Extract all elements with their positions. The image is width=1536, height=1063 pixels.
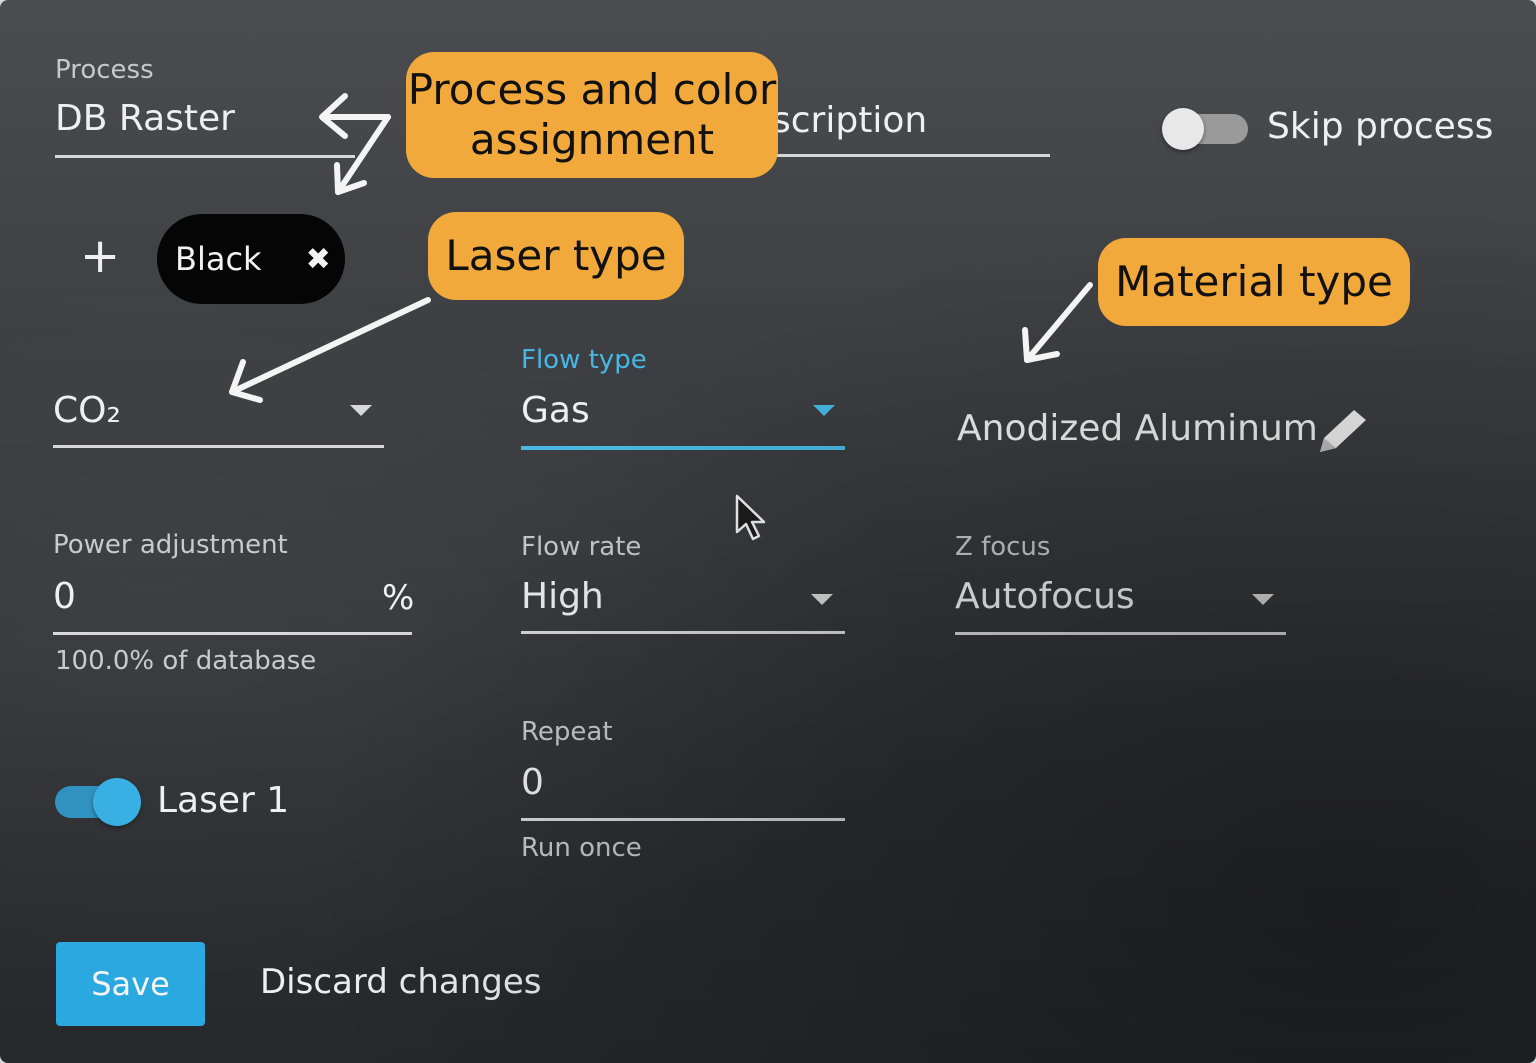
callout-process-color: Process and color assignment	[406, 52, 778, 178]
arrow-to-material	[1024, 282, 1093, 363]
callout-laser-type: Laser type	[428, 212, 684, 300]
process-settings-panel: Process DB Raster scription Skip process…	[0, 0, 1536, 1063]
callout-material-type: Material type	[1098, 238, 1410, 326]
arrow-to-laser-type	[229, 297, 431, 395]
